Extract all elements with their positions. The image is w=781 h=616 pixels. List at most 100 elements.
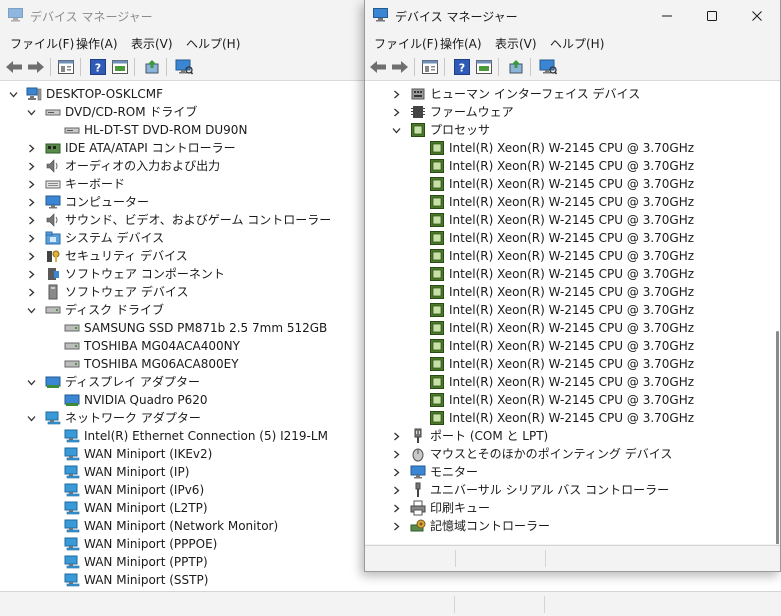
help-icon[interactable]: ? <box>88 57 108 77</box>
chevron-right-icon[interactable] <box>392 432 401 441</box>
hid-icon <box>411 88 425 100</box>
tree-device-item[interactable]: Intel(R) Xeon(R) W-2145 CPU @ 3.70GHz <box>365 391 780 409</box>
chevron-right-icon[interactable] <box>27 252 36 261</box>
toolbar-separator <box>414 58 415 76</box>
tree-device-item[interactable]: Intel(R) Xeon(R) W-2145 CPU @ 3.70GHz <box>365 283 780 301</box>
processor-icon <box>430 141 444 155</box>
tree-item-label: Intel(R) Xeon(R) W-2145 CPU @ 3.70GHz <box>449 195 695 209</box>
chevron-right-icon[interactable] <box>392 504 401 513</box>
chevron-right-icon[interactable] <box>392 522 401 531</box>
device-tree[interactable]: ヒューマン インターフェイス デバイス ファームウェア プロセッサ Intel(R) … <box>365 81 780 544</box>
forward-arrow-icon[interactable] <box>26 57 46 77</box>
chevron-right-icon[interactable] <box>392 90 401 99</box>
tree-device-item[interactable]: Intel(R) Xeon(R) W-2145 CPU @ 3.70GHz <box>365 373 780 391</box>
tree-device-item[interactable]: Intel(R) Xeon(R) W-2145 CPU @ 3.70GHz <box>365 175 780 193</box>
tree-item-label: Intel(R) Xeon(R) W-2145 CPU @ 3.70GHz <box>449 231 695 245</box>
tree-device-item[interactable]: Intel(R) Xeon(R) W-2145 CPU @ 3.70GHz <box>365 409 780 427</box>
tree-category-item[interactable]: プロセッサ <box>365 121 780 139</box>
menu-help[interactable]: ヘルプ(H) <box>550 35 604 52</box>
tree-item-label: NVIDIA Quadro P620 <box>84 393 208 407</box>
menu-action[interactable]: 操作(A) <box>76 35 118 52</box>
help-icon[interactable]: ? <box>452 57 472 77</box>
tree-item-label: ディスプレイ アダプター <box>65 375 200 389</box>
tree-device-item[interactable]: Intel(R) Xeon(R) W-2145 CPU @ 3.70GHz <box>365 247 780 265</box>
menu-file[interactable]: ファイル(F) <box>374 35 438 52</box>
tree-device-item[interactable]: Intel(R) Xeon(R) W-2145 CPU @ 3.70GHz <box>365 355 780 373</box>
toolbar: ? <box>365 54 780 81</box>
chevron-down-icon[interactable] <box>27 414 36 423</box>
chevron-right-icon[interactable] <box>27 288 36 297</box>
chevron-right-icon[interactable] <box>27 180 36 189</box>
properties-icon[interactable] <box>56 57 76 77</box>
view-icon[interactable] <box>110 57 130 77</box>
chevron-right-icon[interactable] <box>27 198 36 207</box>
tree-item-label: IDE ATA/ATAPI コントローラー <box>65 141 236 155</box>
tree-category-item[interactable]: 記憶域コントローラー <box>365 517 780 535</box>
network-adapter-icon <box>64 573 80 587</box>
processor-icon <box>430 159 444 173</box>
scan-hardware-icon[interactable] <box>174 57 194 77</box>
window-title: デバイス マネージャー <box>30 10 153 24</box>
chevron-down-icon[interactable] <box>27 306 36 315</box>
chevron-right-icon[interactable] <box>392 468 401 477</box>
toolbar-separator <box>134 58 135 76</box>
tree-category-item[interactable]: ファームウェア <box>365 103 780 121</box>
chevron-right-icon[interactable] <box>27 144 36 153</box>
minimize-button[interactable] <box>644 0 690 32</box>
menu-help[interactable]: ヘルプ(H) <box>186 35 240 52</box>
display-adapter-icon <box>64 394 80 406</box>
forward-arrow-icon[interactable] <box>390 57 410 77</box>
toolbar-separator <box>50 58 51 76</box>
tree-item-label: コンピューター <box>65 195 150 209</box>
chevron-right-icon[interactable] <box>392 450 401 459</box>
chevron-right-icon[interactable] <box>27 234 36 243</box>
maximize-button[interactable] <box>689 0 735 32</box>
chevron-right-icon[interactable] <box>27 162 36 171</box>
tree-category-item[interactable]: ヒューマン インターフェイス デバイス <box>365 85 780 103</box>
chevron-right-icon[interactable] <box>27 216 36 225</box>
tree-device-item[interactable]: Intel(R) Xeon(R) W-2145 CPU @ 3.70GHz <box>365 139 780 157</box>
tree-device-item[interactable]: Intel(R) Xeon(R) W-2145 CPU @ 3.70GHz <box>365 229 780 247</box>
menu-view[interactable]: 表示(V) <box>495 35 537 52</box>
back-arrow-icon[interactable] <box>4 57 24 77</box>
chevron-right-icon[interactable] <box>27 270 36 279</box>
menu-view[interactable]: 表示(V) <box>131 35 173 52</box>
tree-item-label: Intel(R) Xeon(R) W-2145 CPU @ 3.70GHz <box>449 321 695 335</box>
tree-item-label: Intel(R) Xeon(R) W-2145 CPU @ 3.70GHz <box>449 141 695 155</box>
tree-device-item[interactable]: Intel(R) Xeon(R) W-2145 CPU @ 3.70GHz <box>365 319 780 337</box>
tree-category-item[interactable]: モニター <box>365 463 780 481</box>
tree-category-item[interactable]: ユニバーサル シリアル バス コントローラー <box>365 481 780 499</box>
chevron-right-icon[interactable] <box>392 108 401 117</box>
tree-category-item[interactable]: ポート (COM と LPT) <box>365 427 780 445</box>
tree-device-item[interactable]: Intel(R) Xeon(R) W-2145 CPU @ 3.70GHz <box>365 265 780 283</box>
chevron-down-icon[interactable] <box>27 108 36 117</box>
device-manager-app-icon <box>373 8 388 22</box>
tree-device-item[interactable]: Intel(R) Xeon(R) W-2145 CPU @ 3.70GHz <box>365 193 780 211</box>
firmware-icon <box>411 106 425 118</box>
network-adapter-icon <box>64 483 80 497</box>
close-button[interactable] <box>734 0 780 32</box>
tree-device-item[interactable]: Intel(R) Xeon(R) W-2145 CPU @ 3.70GHz <box>365 301 780 319</box>
back-arrow-icon[interactable] <box>368 57 388 77</box>
tree-category-item[interactable]: マウスとそのほかのポインティング デバイス <box>365 445 780 463</box>
tree-item-label: Intel(R) Xeon(R) W-2145 CPU @ 3.70GHz <box>449 159 695 173</box>
tree-device-item[interactable]: Intel(R) Xeon(R) W-2145 CPU @ 3.70GHz <box>365 211 780 229</box>
properties-icon[interactable] <box>420 57 440 77</box>
tree-device-item[interactable]: Intel(R) Xeon(R) W-2145 CPU @ 3.70GHz <box>365 157 780 175</box>
update-driver-icon[interactable] <box>506 57 526 77</box>
tree-device-item[interactable]: Intel(R) Xeon(R) W-2145 CPU @ 3.70GHz <box>365 337 780 355</box>
tree-category-item[interactable]: 印刷キュー <box>365 499 780 517</box>
chevron-down-icon[interactable] <box>392 126 401 135</box>
network-adapter-icon <box>64 501 80 515</box>
update-driver-icon[interactable] <box>142 57 162 77</box>
chevron-right-icon[interactable] <box>392 486 401 495</box>
menu-file[interactable]: ファイル(F) <box>10 35 74 52</box>
menu-action[interactable]: 操作(A) <box>440 35 482 52</box>
scan-hardware-icon[interactable] <box>538 57 558 77</box>
tree-device-item[interactable]: WAN Miniport (SSTP) <box>0 571 781 589</box>
chevron-down-icon[interactable] <box>9 90 18 99</box>
view-icon[interactable] <box>474 57 494 77</box>
tree-item-label: TOSHIBA MG06ACA800EY <box>84 357 239 371</box>
network-adapter-icon <box>64 465 80 479</box>
chevron-down-icon[interactable] <box>27 378 36 387</box>
